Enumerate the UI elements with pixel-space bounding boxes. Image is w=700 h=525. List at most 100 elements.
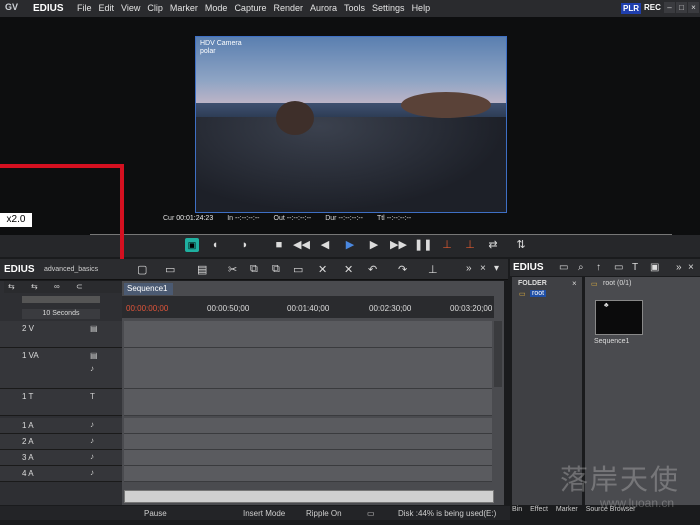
tc-ttl: Ttl --:--:--:-- [376, 215, 412, 222]
track-3a[interactable]: 3 A ♪ [0, 450, 122, 466]
track-slider[interactable] [22, 296, 100, 303]
menu-clip[interactable]: Clip [147, 3, 163, 13]
track-4a[interactable]: 4 A ♪ [0, 466, 122, 482]
ruler-tick: 00:03:20;00 [450, 304, 493, 313]
bin-search-icon[interactable]: ⌕ [578, 262, 584, 273]
step-back-icon[interactable]: ◀ [318, 238, 332, 252]
undo-icon[interactable]: ↶ [368, 263, 377, 276]
menu-edit[interactable]: Edit [99, 3, 115, 13]
view-mode-icon[interactable]: ▣ [185, 238, 199, 252]
menu-capture[interactable]: Capture [234, 3, 266, 13]
link-icon[interactable]: ∞ [54, 282, 60, 291]
bin-root-icon: ▭ [591, 281, 598, 288]
split-icon[interactable]: ⇆ [8, 282, 15, 291]
folder-title: FOLDER [518, 280, 547, 287]
menu-mode[interactable]: Mode [205, 3, 228, 13]
menu-view[interactable]: View [121, 3, 140, 13]
bin-color-icon[interactable]: ▣ [650, 262, 659, 273]
cut-icon[interactable]: ✂ [228, 263, 237, 276]
tab-bin[interactable]: Bin [512, 506, 522, 518]
timeline-close-icon[interactable]: × [480, 263, 486, 274]
lane-2a[interactable] [124, 434, 492, 450]
overwrite-timeline-icon[interactable]: ⊥ [463, 238, 477, 252]
menu-marker[interactable]: Marker [170, 3, 198, 13]
lane-1a[interactable] [124, 418, 492, 434]
snap-icon[interactable]: ⊂ [76, 282, 83, 291]
pause-icon[interactable]: ❚❚ [414, 238, 432, 252]
menu-tools[interactable]: Tools [344, 3, 365, 13]
paste-icon[interactable]: ⧉ [272, 263, 280, 276]
vertical-scrollbar[interactable] [494, 321, 502, 387]
folder-root[interactable]: root [530, 290, 547, 297]
menu-aurora[interactable]: Aurora [310, 3, 337, 13]
save-icon[interactable]: ▤ [197, 263, 207, 276]
bin-title-icon[interactable]: T [632, 262, 638, 273]
set-out-icon[interactable]: ◗ [238, 238, 252, 252]
tab-marker[interactable]: Marker [556, 506, 578, 518]
minimize-icon[interactable]: – [664, 2, 675, 13]
sync-icon[interactable]: ⇆ [31, 282, 38, 291]
bin-close-icon[interactable]: × [688, 262, 694, 273]
render-icon[interactable]: ⇄ [486, 238, 500, 252]
tc-in: In --:--:--:-- [227, 215, 260, 222]
track-2v[interactable]: 2 V ▤ [0, 321, 122, 348]
scale-select[interactable]: 10 Seconds [22, 309, 100, 319]
menu-list: File Edit View Clip Marker Mode Capture … [77, 3, 437, 13]
lane-1va[interactable] [124, 348, 492, 389]
track-2a[interactable]: 2 A ♪ [0, 434, 122, 450]
insert-timeline-icon[interactable]: ⊥ [440, 238, 454, 252]
bin-toolbar: EDIUS ▭ ⌕ ↑ ▭ T ▣ » × [510, 259, 700, 276]
step-forward-icon[interactable]: ▶ [367, 238, 381, 252]
expand-icon[interactable]: » [466, 263, 472, 274]
sequence-thumbnail[interactable]: ♣ [595, 300, 643, 335]
camera-label: HDV Camera [200, 40, 242, 47]
folder-close-icon[interactable]: × [572, 279, 577, 288]
bin-up-icon[interactable]: ↑ [596, 262, 601, 273]
menu-render[interactable]: Render [273, 3, 303, 13]
stop-icon[interactable]: ■ [272, 238, 286, 252]
lane-3a[interactable] [124, 450, 492, 466]
watermark: 落岸天使 [560, 463, 681, 496]
rec-indicator[interactable]: REC [644, 3, 661, 12]
timeline-down-icon[interactable]: ▾ [494, 263, 499, 274]
play-icon[interactable]: ▶ [343, 238, 357, 252]
plr-indicator[interactable]: PLR [621, 3, 641, 14]
lane-4a[interactable] [124, 466, 492, 482]
camera-overlay: HDV Camera polar [200, 40, 242, 56]
bin-folder-icon[interactable]: ▭ [559, 262, 568, 273]
time-ruler[interactable]: 00:00:00;00 00:00:50;00 00:01:40;00 00:0… [122, 296, 494, 318]
tc-cur: Cur 00:01:24:23 [163, 215, 214, 222]
delete-icon[interactable]: ✕ [318, 263, 327, 276]
horizontal-scrollbar[interactable] [124, 490, 494, 503]
tab-effect[interactable]: Effect [530, 506, 548, 518]
track-1va[interactable]: 1 VA ▤ ♪ [0, 348, 122, 389]
rewind-icon[interactable]: ◀◀ [293, 238, 310, 252]
track-2v-icon: ▤ [90, 324, 98, 333]
track-1t[interactable]: 1 T T [0, 389, 122, 416]
menu-settings[interactable]: Settings [372, 3, 405, 13]
menu-help[interactable]: Help [412, 3, 431, 13]
replace-icon[interactable]: ▭ [293, 263, 303, 276]
open-folder-icon[interactable]: ▭ [165, 263, 175, 276]
ripple-delete-icon[interactable]: ✕ [344, 263, 353, 276]
maximize-icon[interactable]: □ [676, 2, 687, 13]
output-icon[interactable]: ⇅ [514, 238, 528, 252]
bin-expand-icon[interactable]: » [676, 262, 682, 273]
menu-file[interactable]: File [77, 3, 92, 13]
close-icon[interactable]: × [688, 2, 699, 13]
bin-open-icon[interactable]: ▭ [614, 262, 623, 273]
new-sequence-icon[interactable]: ▢ [137, 263, 147, 276]
lane-2v[interactable] [124, 321, 492, 348]
track-1a[interactable]: 1 A ♪ [0, 418, 122, 434]
fast-forward-icon[interactable]: ▶▶ [390, 238, 407, 252]
preview-video[interactable]: HDV Camera polar [195, 36, 507, 213]
copy-icon[interactable]: ⧉ [250, 263, 258, 276]
lane-1t[interactable] [124, 389, 492, 416]
marker-icon[interactable]: ⊥ [428, 263, 438, 276]
ruler-tick: 00:00:00;00 [126, 304, 169, 313]
tab-sequence1[interactable]: Sequence1 [124, 283, 173, 295]
gv-logo: GV [5, 2, 19, 12]
status-audio-icon: ▭ [367, 509, 375, 518]
redo-icon[interactable]: ↷ [398, 263, 407, 276]
set-in-icon[interactable]: ◖ [208, 238, 222, 252]
